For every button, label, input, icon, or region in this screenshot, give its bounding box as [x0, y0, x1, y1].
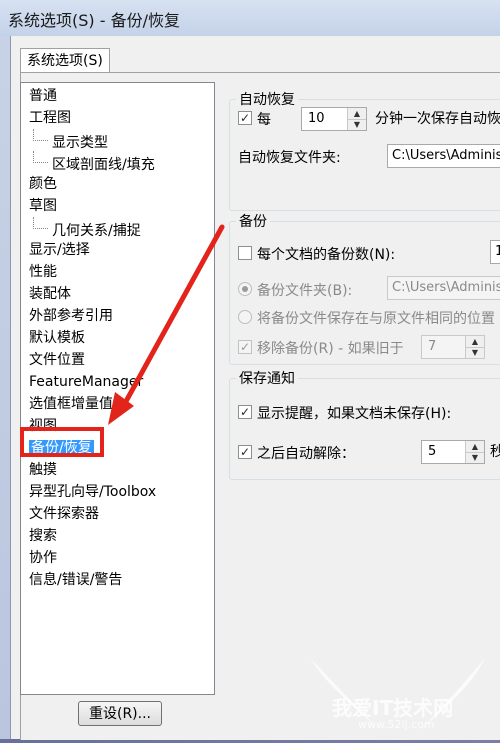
watermark-text: 我爱IT技术网	[332, 696, 454, 720]
system-options-window: 系统选项(S) - 备份/恢复 系统选项(S) 普通 工程图 显示类型 区域剖面…	[0, 0, 500, 740]
arrow-shaft	[121, 224, 225, 408]
watermark-url: www.52ij.com	[358, 718, 435, 731]
red-arrow-annotation	[108, 224, 225, 425]
watermark: 我爱IT技术网 www.52ij.com	[290, 650, 500, 739]
